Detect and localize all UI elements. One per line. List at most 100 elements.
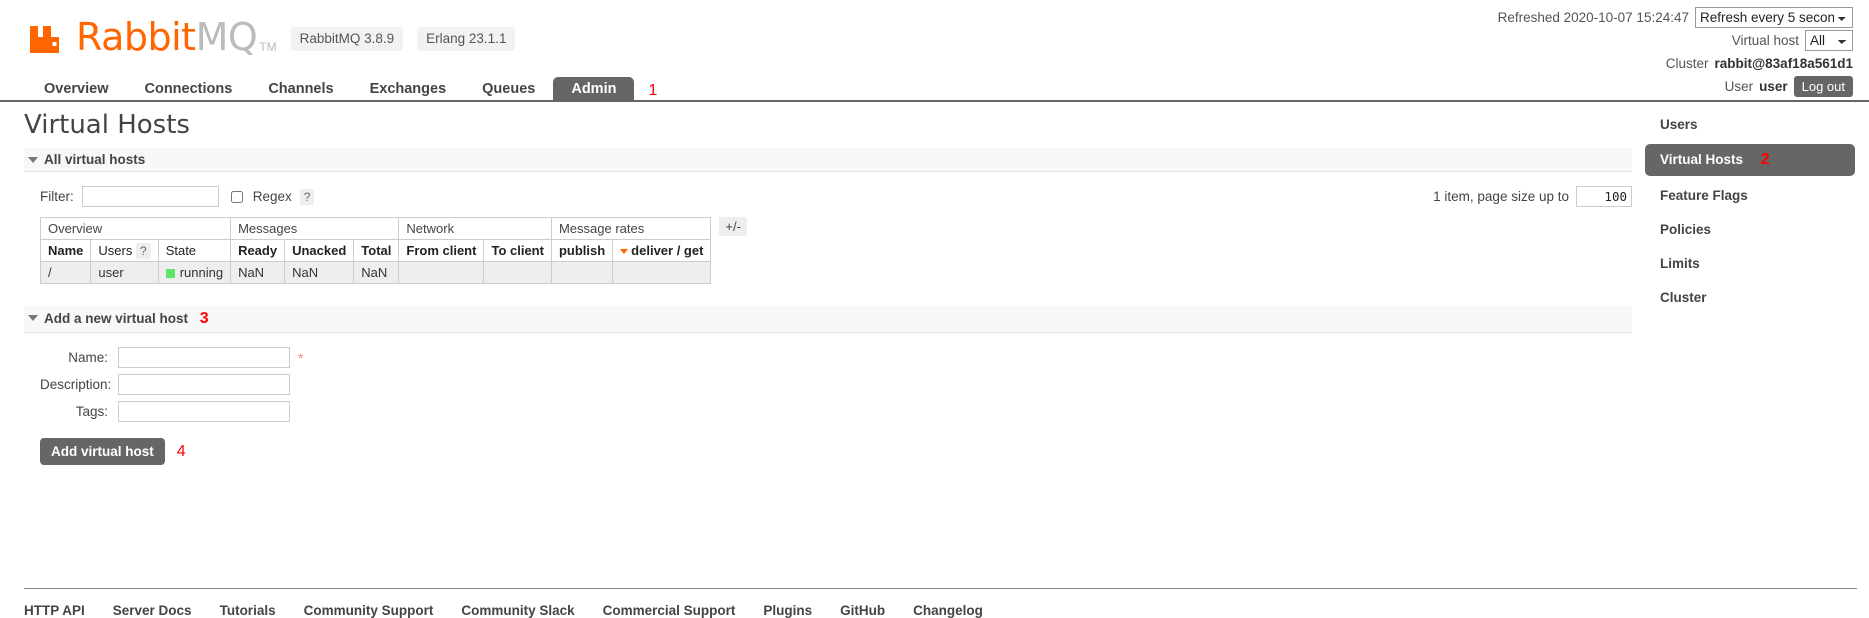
sidebar-item-feature-flags[interactable]: Feature Flags: [1645, 181, 1855, 210]
cell-ready: NaN: [230, 261, 286, 284]
cell-state-label: running: [179, 265, 224, 280]
virtual-hosts-table-wrap: Overview Messages Network Message rates …: [24, 217, 1632, 284]
cell-from-client: [398, 261, 485, 284]
footer-link-community-slack[interactable]: Community Slack: [461, 603, 574, 618]
name-input[interactable]: [118, 347, 290, 368]
tab-overview[interactable]: Overview: [26, 77, 127, 102]
add-virtual-host-button[interactable]: Add virtual host: [40, 438, 165, 465]
vhost-filter-select[interactable]: All: [1805, 30, 1853, 51]
column-header-name[interactable]: Name: [39, 239, 92, 262]
tags-input[interactable]: [118, 401, 290, 422]
tab-queues[interactable]: Queues: [464, 77, 553, 102]
admin-sidebar: Users Virtual Hosts 2 Feature Flags Poli…: [1645, 110, 1855, 317]
form-row-tags: Tags:: [40, 401, 1632, 422]
add-virtual-host-section: Add a new virtual host 3 Name: * Descrip…: [24, 306, 1632, 465]
refresh-interval-select[interactable]: Refresh every 5 seconds: [1695, 7, 1853, 28]
filter-row: Filter: Regex ? 1 item, page size up to: [40, 186, 1632, 207]
users-help-icon[interactable]: ?: [136, 243, 151, 259]
sidebar-item-users-label: Users: [1660, 117, 1698, 132]
annotation-marker-1: 1: [648, 82, 658, 99]
column-header-ready[interactable]: Ready: [230, 239, 286, 262]
state-indicator-icon: [165, 269, 175, 279]
form-row-name: Name: *: [40, 347, 1632, 368]
sidebar-item-cluster[interactable]: Cluster: [1645, 283, 1855, 312]
table-row[interactable]: / user running NaN NaN NaN: [39, 261, 712, 284]
footer-link-commercial-support[interactable]: Commercial Support: [603, 603, 736, 618]
rabbitmq-version-badge: RabbitMQ 3.8.9: [290, 27, 404, 51]
page-size-input[interactable]: [1576, 186, 1632, 207]
sidebar-item-virtual-hosts-label: Virtual Hosts: [1660, 152, 1744, 167]
form-row-description: Description:: [40, 374, 1632, 395]
sidebar-item-limits-label: Limits: [1660, 256, 1700, 271]
tab-exchanges[interactable]: Exchanges: [352, 77, 465, 102]
add-virtual-host-button-row: Add virtual host 4: [40, 438, 1632, 465]
chevron-down-icon: [28, 315, 38, 321]
add-virtual-host-section-header[interactable]: Add a new virtual host 3: [24, 306, 1632, 333]
regex-checkbox[interactable]: [230, 190, 243, 203]
cell-name[interactable]: /: [39, 261, 92, 284]
table-group-header-row: Overview Messages Network Message rates: [39, 217, 712, 240]
group-header-message-rates: Message rates: [550, 217, 712, 240]
main-nav: Overview Connections Channels Exchanges …: [0, 77, 1869, 102]
annotation-marker-4: 4: [176, 442, 186, 460]
description-field-label: Description:: [40, 377, 112, 392]
column-header-publish[interactable]: publish: [550, 239, 614, 262]
paging-summary: 1 item, page size up to: [1433, 189, 1569, 204]
vhost-line: Virtual host All: [1498, 30, 1853, 51]
top-header: Rabbit MQ TM RabbitMQ 3.8.9 Erlang 23.1.…: [0, 0, 1869, 110]
sidebar-item-users[interactable]: Users: [1645, 110, 1855, 139]
cluster-line: Cluster rabbit@83af18a561d1: [1498, 53, 1853, 74]
logo-trademark: TM: [259, 40, 277, 54]
cluster-name: rabbit@83af18a561d1: [1714, 56, 1854, 71]
footer-link-tutorials[interactable]: Tutorials: [220, 603, 276, 618]
all-virtual-hosts-section-header[interactable]: All virtual hosts: [24, 148, 1632, 172]
column-header-users-label: Users: [98, 243, 133, 258]
cell-publish: [550, 261, 614, 284]
brand-logo[interactable]: Rabbit MQ TM RabbitMQ 3.8.9 Erlang 23.1.…: [28, 15, 516, 59]
column-header-deliver-get-label: deliver / get: [631, 243, 704, 258]
required-asterisk-icon: *: [298, 349, 304, 366]
description-input[interactable]: [118, 374, 290, 395]
annotation-marker-2: 2: [1760, 151, 1770, 168]
column-header-deliver-get[interactable]: deliver / get: [612, 239, 712, 262]
tab-channels[interactable]: Channels: [250, 77, 351, 102]
column-header-total[interactable]: Total: [353, 239, 400, 262]
sidebar-item-limits[interactable]: Limits: [1645, 249, 1855, 278]
cell-state: running: [157, 261, 232, 284]
column-header-to-client[interactable]: To client: [483, 239, 552, 262]
footer-link-server-docs[interactable]: Server Docs: [113, 603, 192, 618]
footer-link-plugins[interactable]: Plugins: [763, 603, 812, 618]
sidebar-item-policies[interactable]: Policies: [1645, 215, 1855, 244]
logo-text-mq: MQ: [195, 15, 258, 59]
column-header-state[interactable]: State: [157, 239, 232, 262]
table-column-header-row: Name Users ? State Ready Unacked Total F…: [39, 239, 712, 262]
erlang-version-badge: Erlang 23.1.1: [417, 27, 516, 51]
rabbitmq-logo-icon: [30, 26, 59, 53]
vhost-label: Virtual host: [1731, 33, 1799, 48]
content-column: Virtual Hosts All virtual hosts Filter: …: [24, 110, 1632, 465]
sidebar-item-policies-label: Policies: [1660, 222, 1712, 237]
tab-admin[interactable]: Admin: [553, 77, 635, 102]
filter-input[interactable]: [81, 186, 219, 207]
refresh-line: Refreshed 2020-10-07 15:24:47 Refresh ev…: [1498, 7, 1853, 28]
annotation-marker-3: 3: [199, 310, 209, 327]
cell-unacked: NaN: [284, 261, 355, 284]
tab-connections[interactable]: Connections: [127, 77, 251, 102]
cell-total: NaN: [353, 261, 400, 284]
add-virtual-host-label: Add a new virtual host: [44, 311, 189, 326]
refreshed-timestamp: Refreshed 2020-10-07 15:24:47: [1497, 10, 1689, 25]
footer-link-community-support[interactable]: Community Support: [304, 603, 434, 618]
footer: HTTP API Server Docs Tutorials Community…: [24, 588, 1857, 618]
column-header-users[interactable]: Users ?: [90, 239, 159, 262]
column-header-unacked[interactable]: Unacked: [284, 239, 355, 262]
footer-link-http-api[interactable]: HTTP API: [24, 603, 85, 618]
regex-help-icon[interactable]: ?: [299, 188, 315, 205]
name-field-label: Name:: [68, 350, 108, 365]
footer-link-changelog[interactable]: Changelog: [913, 603, 983, 618]
sidebar-item-virtual-hosts[interactable]: Virtual Hosts 2: [1645, 144, 1855, 176]
toggle-columns-button[interactable]: +/-: [719, 217, 747, 236]
cell-deliver-get: [612, 261, 712, 284]
footer-links: HTTP API Server Docs Tutorials Community…: [24, 603, 1857, 618]
footer-link-github[interactable]: GitHub: [840, 603, 885, 618]
column-header-from-client[interactable]: From client: [398, 239, 485, 262]
